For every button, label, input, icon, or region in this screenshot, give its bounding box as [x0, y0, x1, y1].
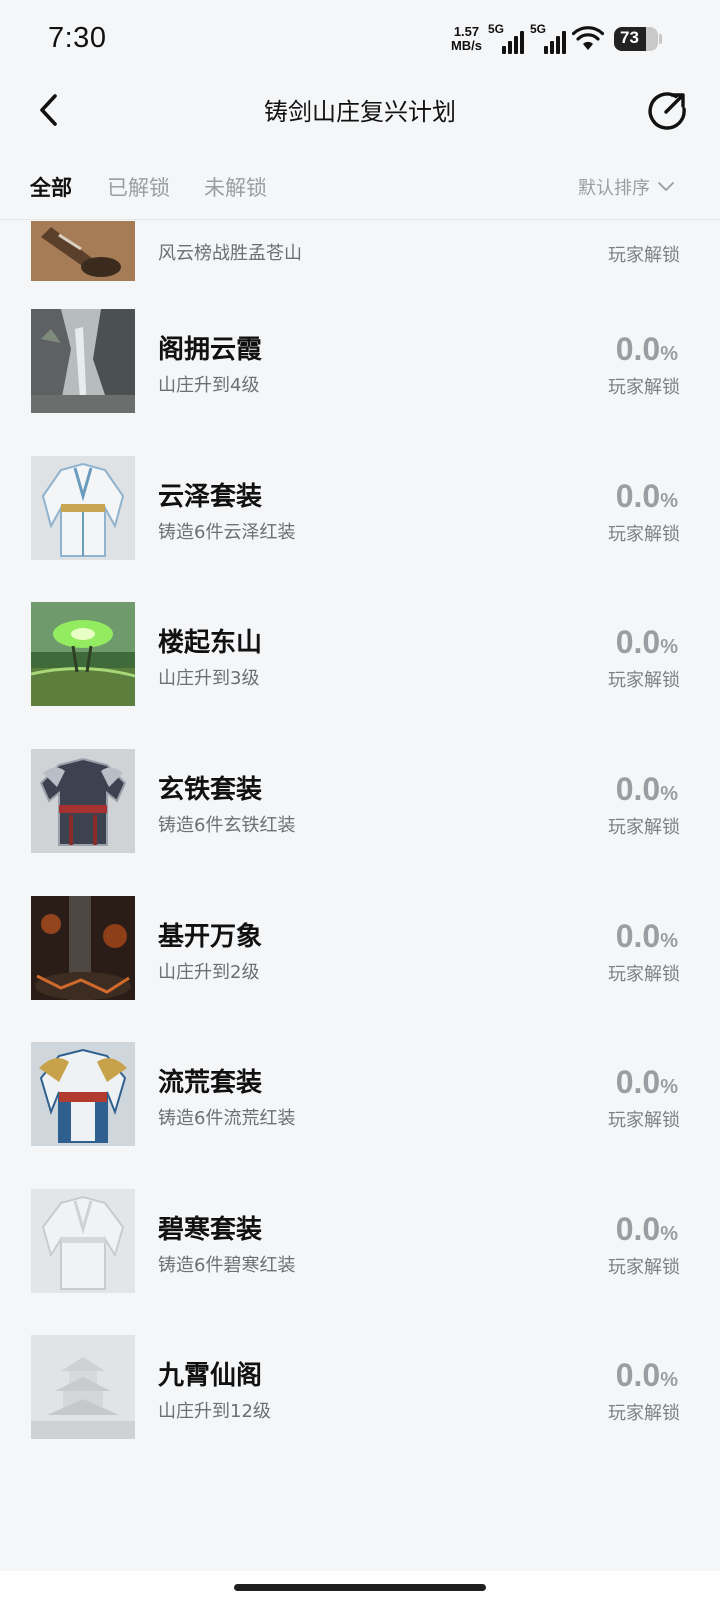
item-description: 山庄升到12级 — [158, 1401, 271, 1422]
unlock-label: 玩家解锁 — [608, 817, 680, 838]
list-item[interactable]: 云泽套装 铸造6件云泽红装 0.0% 玩家解锁 — [0, 456, 720, 606]
status-time: 7:30 — [48, 22, 107, 54]
signal-icon-2: 5G — [530, 22, 566, 54]
list-item[interactable]: 流荒套装 铸造6件流荒红装 0.0% 玩家解锁 — [0, 1042, 720, 1192]
status-bar: 7:30 1.57 MB/s 5G 5G 73 — [0, 0, 720, 80]
item-title: 楼起东山 — [158, 628, 263, 658]
unlock-label: 玩家解锁 — [608, 377, 680, 398]
item-title: 玄铁套装 — [158, 775, 263, 805]
sort-label: 默认排序 — [578, 178, 650, 199]
network-speed: 1.57 MB/s — [450, 24, 482, 53]
unlock-label: 玩家解锁 — [608, 964, 680, 985]
item-description: 山庄升到4级 — [158, 375, 260, 396]
unlock-label: 玩家解锁 — [608, 245, 680, 266]
share-button[interactable] — [646, 88, 690, 132]
faded-pavilion-image — [31, 1335, 135, 1439]
unlock-label: 玩家解锁 — [608, 1257, 680, 1278]
filter-tabs: 全部 已解锁 未解锁 默认排序 — [0, 160, 720, 220]
unlock-label: 玩家解锁 — [608, 524, 680, 545]
list-item[interactable]: 阁拥云霞 山庄升到4级 0.0% 玩家解锁 — [0, 309, 720, 459]
mountain-cliff-image — [31, 309, 135, 413]
signal-icon: 5G — [488, 22, 524, 54]
chevron-down-icon — [658, 182, 674, 191]
item-title: 九霄仙阁 — [158, 1361, 263, 1391]
unlock-percentage: 0.0% — [615, 624, 678, 660]
sort-dropdown[interactable]: 默认排序 — [578, 174, 674, 200]
item-title: 流荒套装 — [158, 1068, 263, 1098]
unlock-percentage: 0.0% — [615, 1357, 678, 1393]
unlock-percentage: 0.0% — [615, 771, 678, 807]
unlock-percentage: 0.0% — [615, 1064, 678, 1100]
item-description: 山庄升到2级 — [158, 962, 260, 983]
item-description: 风云榜战胜孟苍山 — [158, 243, 302, 264]
battery-icon: 73 — [614, 27, 658, 51]
item-description: 铸造6件流荒红装 — [158, 1108, 296, 1129]
list-item[interactable]: 楼起东山 山庄升到3级 0.0% 玩家解锁 — [0, 602, 720, 752]
tab-unlocked[interactable]: 已解锁 — [107, 172, 170, 202]
top-app-bar: 铸剑山庄复兴计划 — [0, 80, 720, 140]
unlock-percentage: 0.0% — [615, 478, 678, 514]
item-description: 铸造6件玄铁红装 — [158, 815, 296, 836]
item-title: 碧寒套装 — [158, 1215, 263, 1245]
page-title: 铸剑山庄复兴计划 — [264, 98, 456, 126]
list-item[interactable]: 九霄仙阁 山庄升到12级 0.0% 玩家解锁 — [0, 1335, 720, 1485]
status-icons: 1.57 MB/s 5G 5G 73 — [451, 22, 662, 56]
tab-all[interactable]: 全部 — [30, 172, 72, 202]
item-title: 云泽套装 — [158, 482, 263, 512]
item-title: 阁拥云霞 — [158, 335, 263, 365]
unlock-label: 玩家解锁 — [608, 670, 680, 691]
unlock-percentage: 0.0% — [615, 1211, 678, 1247]
unlock-percentage: 0.0% — [615, 918, 678, 954]
white-robe-armor-image — [31, 456, 135, 560]
warrior-portrait-image — [31, 221, 135, 281]
list-item[interactable]: 基开万象 山庄升到2级 0.0% 玩家解锁 — [0, 896, 720, 1046]
wifi-icon — [572, 26, 604, 50]
tab-locked[interactable]: 未解锁 — [204, 172, 267, 202]
achievement-list: 风云榜战胜孟苍山 玩家解锁 阁拥云霞 山庄升到4级 0.0% 玩家解锁 云泽套装… — [0, 221, 720, 1571]
item-description: 铸造6件碧寒红装 — [158, 1255, 296, 1276]
unlock-label: 玩家解锁 — [608, 1110, 680, 1131]
item-title: 基开万象 — [158, 922, 263, 952]
list-item[interactable]: 碧寒套装 铸造6件碧寒红装 0.0% 玩家解锁 — [0, 1189, 720, 1339]
item-description: 山庄升到3级 — [158, 668, 260, 689]
list-item[interactable]: 玄铁套装 铸造6件玄铁红装 0.0% 玩家解锁 — [0, 749, 720, 899]
gold-blue-armor-image — [31, 1042, 135, 1146]
home-indicator[interactable] — [234, 1584, 486, 1591]
unlock-percentage: 0.0% — [615, 331, 678, 367]
unlock-label: 玩家解锁 — [608, 1403, 680, 1424]
item-description: 铸造6件云泽红装 — [158, 522, 296, 543]
forge-cave-image — [31, 896, 135, 1000]
iron-armor-image — [31, 749, 135, 853]
faded-robe-image — [31, 1189, 135, 1293]
green-swamp-image — [31, 602, 135, 706]
